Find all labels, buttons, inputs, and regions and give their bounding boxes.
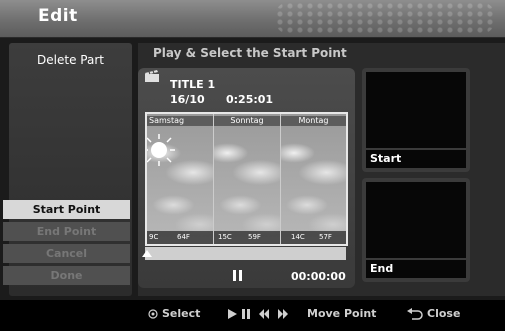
weather-temps: 15C 59F bbox=[214, 231, 280, 244]
start-preview bbox=[366, 72, 466, 148]
header-bar: Edit bbox=[0, 0, 505, 38]
end-preview bbox=[366, 182, 466, 258]
temp-fahrenheit: 59F bbox=[248, 233, 261, 241]
pause-icon bbox=[233, 270, 243, 281]
temp-fahrenheit: 57F bbox=[319, 233, 332, 241]
return-icon bbox=[407, 308, 423, 320]
start-label: Start bbox=[366, 150, 466, 168]
hint-select: Select bbox=[162, 307, 201, 320]
weather-day-label: Samstag bbox=[147, 116, 213, 126]
weather-temps: 9C 64F bbox=[147, 231, 213, 244]
sidebar-heading: Delete Part bbox=[37, 53, 104, 67]
instruction-text: Play & Select the Start Point bbox=[153, 46, 347, 60]
page-title: Edit bbox=[38, 6, 78, 26]
menu-cancel[interactable]: Cancel bbox=[3, 244, 130, 263]
header-decoration bbox=[275, 2, 495, 34]
weather-day-label: Sonntag bbox=[214, 116, 280, 126]
end-label: End bbox=[366, 260, 466, 278]
weather-temps: 14C 57F bbox=[281, 231, 346, 244]
menu-end-point[interactable]: End Point bbox=[3, 222, 130, 241]
clapperboard-icon bbox=[145, 70, 159, 82]
menu-done[interactable]: Done bbox=[3, 266, 130, 285]
temp-fahrenheit: 64F bbox=[177, 233, 190, 241]
timecode: 00:00:00 bbox=[291, 270, 346, 283]
progress-bar[interactable] bbox=[145, 247, 346, 260]
position-marker-icon[interactable] bbox=[142, 250, 152, 257]
weather-day-label: Montag bbox=[281, 116, 346, 126]
circle-select-icon bbox=[148, 309, 158, 319]
title-duration: 0:25:01 bbox=[226, 93, 274, 106]
title-name: TITLE 1 bbox=[170, 78, 216, 91]
temp-celsius: 14C bbox=[291, 233, 305, 241]
end-thumbnail: End bbox=[362, 178, 470, 282]
title-date: 16/10 bbox=[170, 93, 205, 106]
hint-move-point: Move Point bbox=[307, 307, 377, 320]
video-preview: Samstag 9C 64F Sonntag 15C 59F Montag 14… bbox=[145, 112, 348, 246]
play-pause-skip-icons bbox=[228, 309, 288, 319]
menu-start-point[interactable]: Start Point bbox=[3, 200, 130, 219]
hint-close: Close bbox=[427, 307, 461, 320]
temp-celsius: 15C bbox=[218, 233, 232, 241]
weather-panel-3: Montag 14C 57F bbox=[281, 114, 346, 244]
weather-panel-2: Sonntag 15C 59F bbox=[214, 114, 280, 244]
sun-icon bbox=[147, 134, 175, 166]
weather-panel-1: Samstag 9C 64F bbox=[147, 114, 213, 244]
start-thumbnail: Start bbox=[362, 68, 470, 172]
temp-celsius: 9C bbox=[149, 233, 159, 241]
